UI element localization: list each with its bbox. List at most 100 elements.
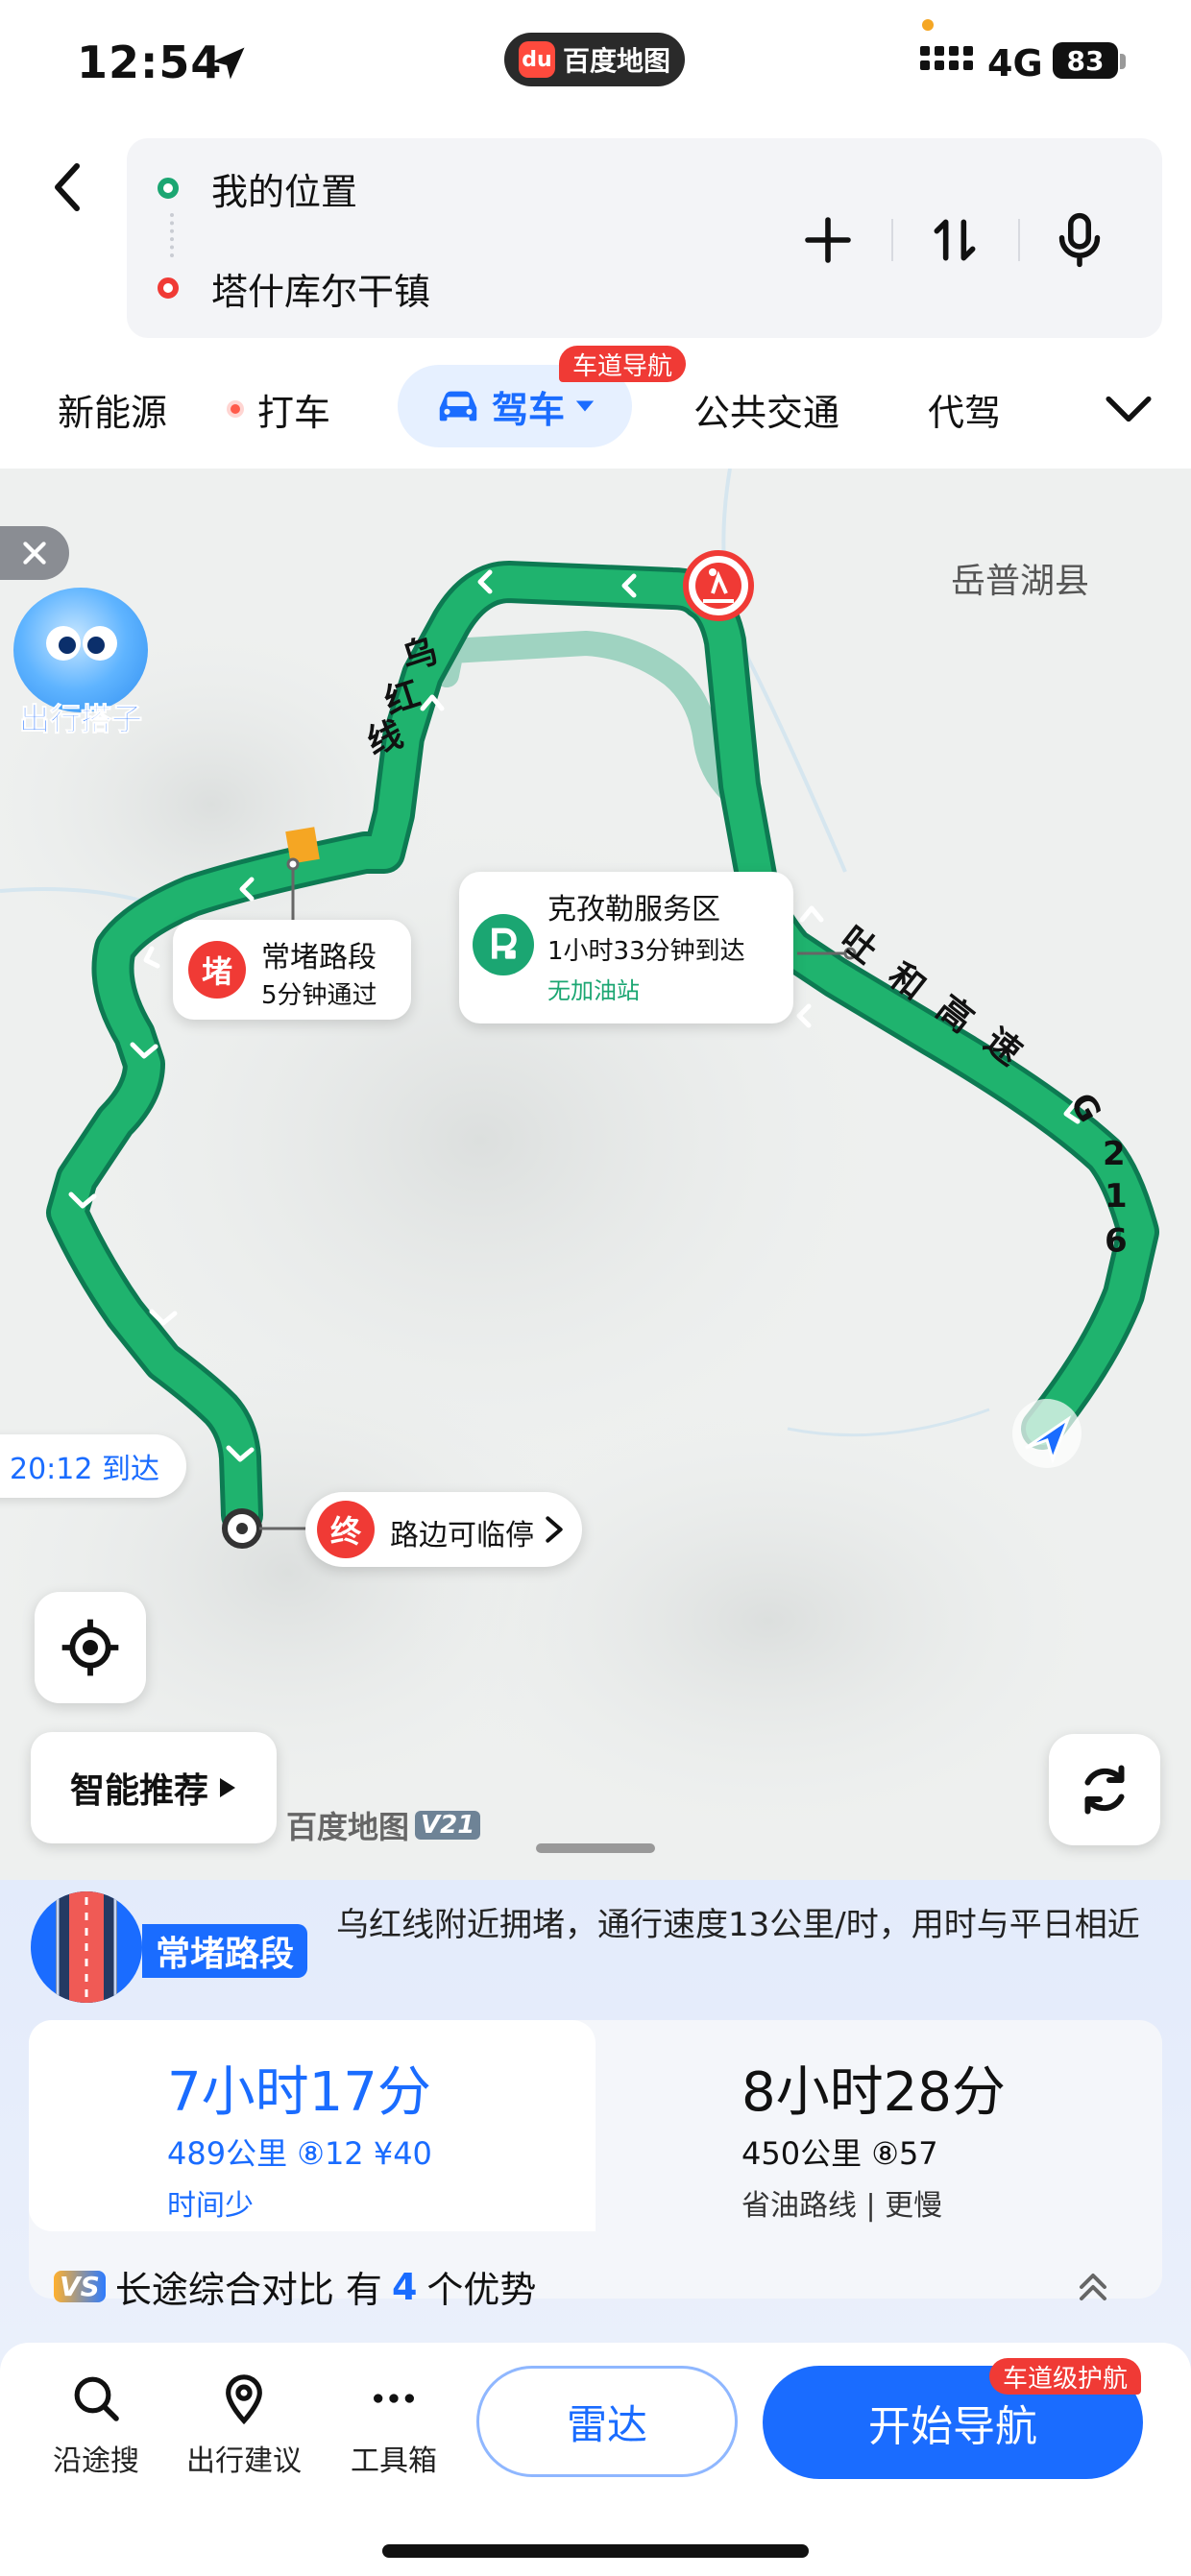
road-label-char: 2 [1103, 1135, 1126, 1173]
route-meta: 489公里 ⑧12 ¥40 [167, 2135, 432, 2172]
map-canvas [0, 469, 1191, 1880]
locate-me-button[interactable] [35, 1592, 146, 1703]
route-duration: 7小时17分 [167, 2061, 431, 2124]
tab-new-energy[interactable]: 新能源 [58, 380, 167, 438]
destination-callout-title: 路边可临停 [390, 1519, 534, 1553]
caret-down-icon [575, 400, 595, 412]
double-chevron-up-icon[interactable] [1074, 2268, 1112, 2306]
congestion-callout[interactable]: 堵 常堵路段 5分钟通过 [173, 920, 411, 1020]
divider [1018, 219, 1020, 261]
microphone-icon [1058, 212, 1101, 268]
smart-recommend-label: 智能推荐 [69, 1771, 208, 1811]
origin-text: 我的位置 [211, 170, 358, 213]
service-area-title: 克孜勒服务区 [547, 893, 720, 927]
travel-buddy-widget[interactable]: 出行搭子 [4, 588, 158, 741]
map-watermark: 百度地图 V21 [286, 1803, 481, 1847]
close-buddy-button[interactable] [0, 526, 69, 580]
traffic-info-strip[interactable]: 常堵路段 乌红线附近拥堵，通行速度13公里/时，用时与平日相近 [0, 1880, 1191, 2014]
app-indicator-pill[interactable]: du 百度地图 [504, 33, 685, 86]
congestion-description: 乌红线附近拥堵，通行速度13公里/时，用时与平日相近 [336, 1906, 1140, 1944]
arrival-time-tag: 20:12 到达 [0, 1434, 186, 1498]
toolbox-button[interactable]: 工具箱 [327, 2371, 461, 2487]
tab-label: 新能源 [58, 391, 168, 434]
congestion-tag: 常堵路段 [142, 1924, 308, 1978]
home-indicator[interactable] [382, 2544, 809, 2558]
voice-input-button[interactable] [1041, 202, 1118, 278]
baidu-map-logo-icon: du [518, 41, 555, 78]
battery-tip [1120, 54, 1126, 69]
location-arrow-icon [212, 47, 245, 80]
destination-callout[interactable]: 终 路边可临停 [305, 1492, 582, 1567]
current-position-icon [1012, 1399, 1082, 1468]
travel-suggestion-label: 出行建议 [186, 2444, 302, 2478]
tab-public-transit[interactable]: 公共交通 [693, 380, 839, 438]
add-waypoint-button[interactable] [790, 202, 866, 278]
signal-icon [920, 46, 973, 70]
road-label-char: 9 [1105, 1219, 1128, 1258]
refresh-icon [1084, 1765, 1125, 1815]
long-trip-comparison[interactable]: VS 长途综合对比 有 4 个优势 [54, 2260, 536, 2313]
more-dots-icon [374, 2394, 414, 2403]
origin-field[interactable]: 我的位置 [127, 150, 741, 227]
chevron-left-icon [55, 163, 80, 211]
network-type: 4G [987, 42, 1043, 84]
service-area-note: 无加油站 [547, 977, 640, 1004]
sheet-drag-handle[interactable] [536, 1843, 655, 1853]
battery-level: 83 [1066, 44, 1105, 77]
search-along-label: 沿途搜 [53, 2444, 139, 2478]
congestion-segment[interactable] [285, 827, 320, 864]
lane-escort-badge: 车道级护航 [989, 2358, 1142, 2395]
toolbox-label: 工具箱 [351, 2444, 437, 2478]
map-view[interactable]: 乌 红 线 吐 和 高 速 G 2 1 9 岳普湖县 出行搭子 堵 常堵路段 5… [0, 469, 1191, 1880]
car-icon [439, 391, 477, 421]
tab-taxi[interactable]: 打车 [227, 380, 330, 438]
more-modes-button[interactable] [1105, 380, 1153, 438]
crosshair-icon [61, 1619, 119, 1676]
status-bar: 12:54 du 百度地图 4G 83 [0, 0, 1191, 125]
service-area-callout[interactable]: 克孜勒服务区 1小时33分钟到达 无加油站 [459, 872, 793, 1023]
bottom-action-bar: 沿途搜 出行建议 工具箱 雷达 开始导航 车道级护航 [0, 2343, 1191, 2576]
destination-field[interactable]: 塔什库尔干镇 [127, 250, 741, 326]
plus-icon [805, 217, 851, 263]
route-option-fuel-saving[interactable]: 8小时28分 450公里 ⑧57 省油路线 | 更慢 [596, 2020, 1162, 2231]
search-icon [74, 2376, 119, 2421]
watermark-text: 百度地图 [286, 1809, 410, 1845]
jam-callout-sub: 5分钟通过 [261, 981, 377, 1010]
swap-route-button[interactable] [916, 202, 993, 278]
place-label-county: 岳普湖县 [951, 562, 1090, 601]
smart-recommend-button[interactable]: 智能推荐 [31, 1732, 277, 1843]
start-navigation-label: 开始导航 [868, 2402, 1037, 2451]
route-meta: 450公里 ⑧57 [741, 2135, 938, 2172]
app-pill-label: 百度地图 [562, 45, 670, 77]
service-area-eta: 1小时33分钟到达 [547, 937, 745, 966]
compare-suffix: 个优势 [426, 2269, 537, 2311]
chevron-right-icon [546, 1516, 563, 1543]
caret-right-icon [220, 1778, 235, 1797]
compare-prefix: 长途综合对比 有 [114, 2269, 382, 2311]
origin-dot-icon [158, 178, 179, 199]
taxi-dot-icon [227, 400, 244, 418]
tab-label: 打车 [257, 391, 331, 434]
road-label-char: 1 [1105, 1177, 1128, 1216]
route-options-card: 7小时17分 489公里 ⑧12 ¥40 时间少 8小时28分 450公里 ⑧5… [29, 2020, 1162, 2299]
destination-pin-icon [222, 1508, 262, 1549]
location-pin-icon [226, 2374, 262, 2425]
road-lane-icon [31, 1891, 142, 2003]
battery-icon: 83 [1053, 42, 1118, 79]
travel-suggestion-button[interactable]: 出行建议 [177, 2371, 311, 2487]
tab-designated-driver[interactable]: 代驾 [928, 380, 1001, 438]
swap-arrows-icon [934, 219, 976, 261]
route-tag: 时间少 [167, 2189, 254, 2223]
back-button[interactable] [38, 154, 96, 221]
status-time: 12:54 [77, 36, 223, 88]
radar-button[interactable]: 雷达 [476, 2366, 738, 2477]
lane-navigation-badge: 车道导航 [559, 346, 687, 382]
destination-dot-icon [158, 277, 179, 299]
route-option-fastest[interactable]: 7小时17分 489公里 ⑧12 ¥40 时间少 [29, 2020, 596, 2231]
close-icon [23, 542, 46, 565]
end-chip: 终 [317, 1501, 375, 1558]
refresh-route-button[interactable] [1049, 1734, 1160, 1845]
tab-label: 代驾 [928, 391, 1002, 434]
search-along-route-button[interactable]: 沿途搜 [29, 2371, 163, 2487]
vs-badge-icon: VS [54, 2271, 106, 2302]
